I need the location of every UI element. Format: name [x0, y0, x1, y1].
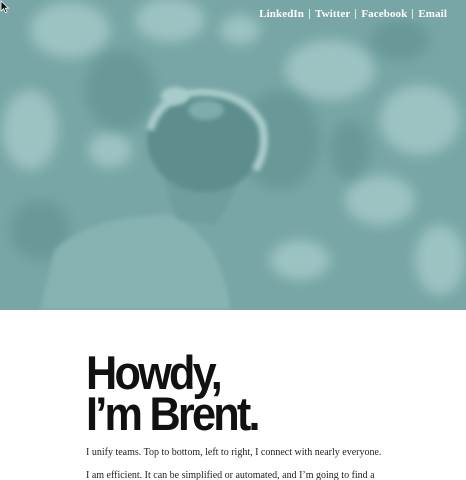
intro-section: Howdy, I’m Brent. I unify teams. Top to …	[86, 349, 416, 480]
hero-photo	[0, 0, 466, 310]
intro-paragraph: I am efficient. It can be simplified or …	[86, 470, 375, 480]
page: LinkedIn Twitter Facebook Email Howdy, I…	[0, 0, 466, 480]
nav-separator	[309, 9, 311, 19]
social-nav: LinkedIn Twitter Facebook Email	[259, 8, 447, 20]
mouse-pointer-icon	[0, 0, 10, 14]
facebook-link[interactable]: Facebook	[361, 8, 407, 20]
nav-separator	[412, 9, 414, 19]
intro-paragraph: I unify teams. Top to bottom, left to ri…	[86, 447, 382, 458]
email-link[interactable]: Email	[418, 8, 447, 20]
linkedin-link[interactable]: LinkedIn	[259, 8, 304, 20]
twitter-link[interactable]: Twitter	[315, 8, 350, 20]
hero-image: LinkedIn Twitter Facebook Email	[0, 0, 466, 310]
page-title: Howdy, I’m Brent.	[86, 349, 390, 440]
nav-separator	[355, 9, 357, 19]
headline-line-2: I’m Brent.	[86, 387, 261, 440]
